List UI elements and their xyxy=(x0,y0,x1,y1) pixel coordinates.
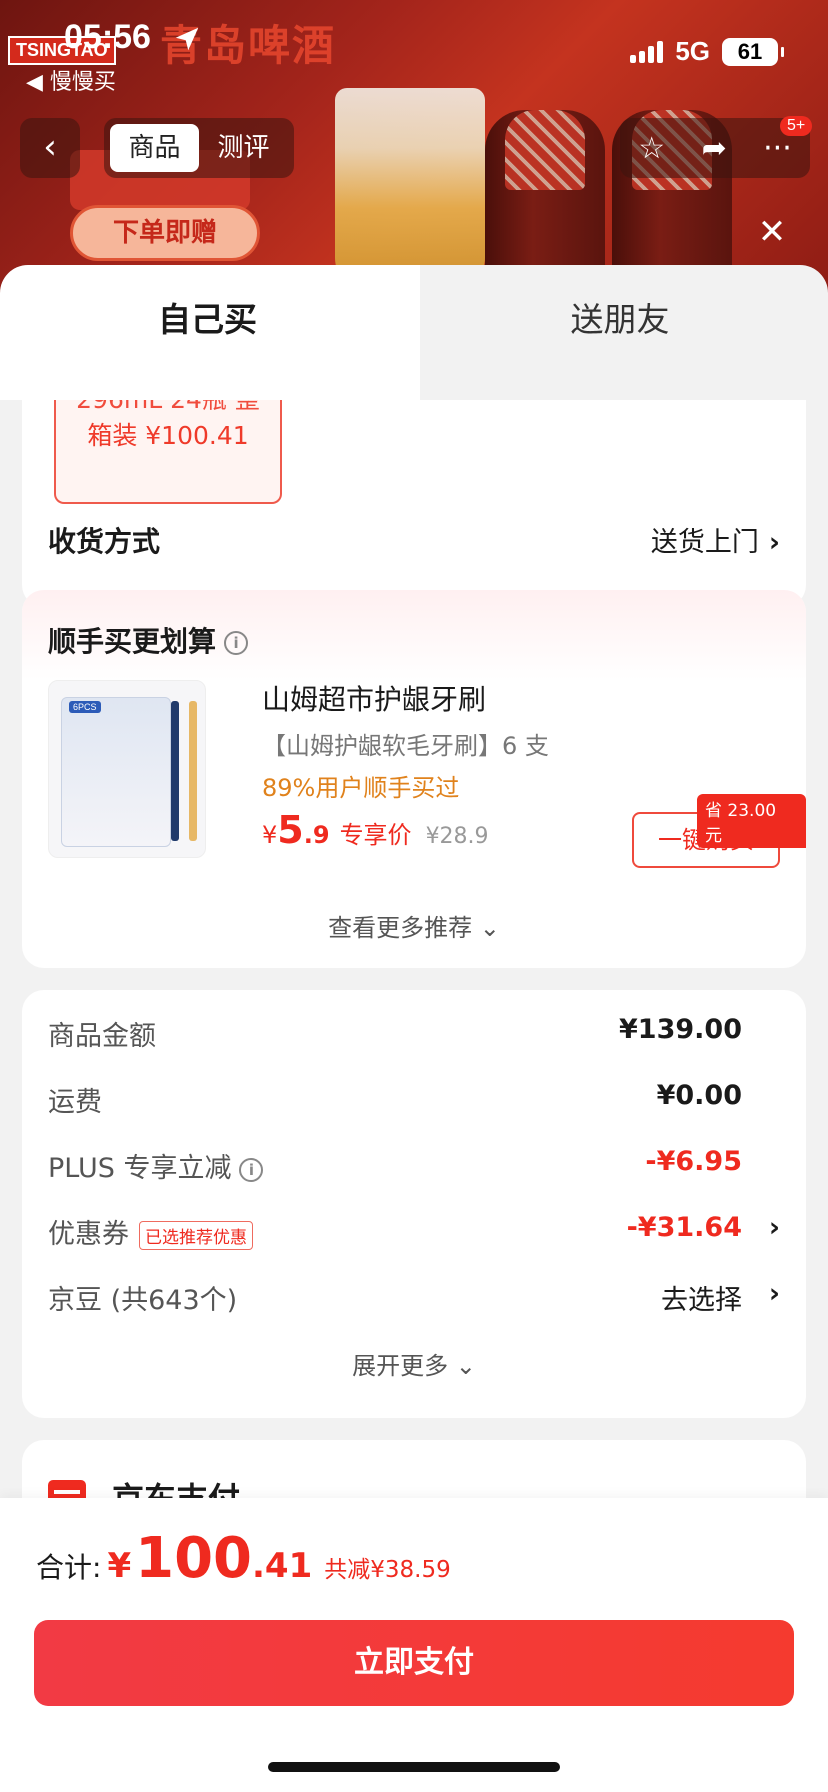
beer-glass-image xyxy=(335,88,485,288)
total-dec: .41 xyxy=(252,1546,313,1586)
save-badge: 省 23.00 元 xyxy=(697,794,806,848)
toothbrush-product-image[interactable]: 6PCS xyxy=(48,680,206,858)
toothbrush-icon xyxy=(189,701,197,841)
back-to-app-link[interactable]: ◀ 慢慢买 xyxy=(26,64,116,96)
original-price: ¥28.9 xyxy=(425,824,489,849)
chevron-down-icon: ⌄ xyxy=(455,1352,476,1380)
total-saved: 共减¥38.59 xyxy=(324,1557,451,1583)
cost-row-jingdou[interactable]: 京豆 (共643个) 去选择 › xyxy=(48,1278,780,1318)
message-badge: 5+ xyxy=(780,116,813,136)
cost-label: 京豆 (共643个) xyxy=(48,1285,238,1316)
addon-title: 顺手买更划算 i xyxy=(48,620,249,660)
cost-breakdown-card: 商品金额 ¥139.00 运费 ¥0.00 PLUS 专享立减 i -¥6.95 … xyxy=(22,990,806,1418)
tab-review[interactable]: 测评 xyxy=(199,124,288,172)
price-dec: .9 xyxy=(303,821,330,849)
chevron-down-icon: ⌄ xyxy=(479,914,500,942)
location-arrow-icon xyxy=(175,27,199,51)
delivery-label: 收货方式 xyxy=(48,525,161,558)
coupon-label: 优惠券 xyxy=(48,1219,129,1250)
cost-value: -¥6.95 xyxy=(645,1146,742,1177)
addon-product-name[interactable]: 山姆超市护龈牙刷 xyxy=(262,678,486,718)
signal-icon xyxy=(630,40,664,63)
cost-value: 去选择 xyxy=(661,1285,742,1316)
total-int: 100 xyxy=(135,1526,253,1591)
cost-value: ¥139.00 xyxy=(619,1014,742,1045)
package-image xyxy=(61,697,171,847)
spec-delivery-card: 296mL 24瓶 整 箱装 ¥100.41 收货方式 送货上门 › xyxy=(22,400,806,607)
pcs-label-icon: 6PCS xyxy=(69,701,101,713)
close-icon[interactable]: ✕ xyxy=(752,212,792,252)
back-button[interactable]: ‹ xyxy=(20,118,80,178)
status-indicators: 5G 61 xyxy=(630,36,784,67)
purchase-mode-tabs: 自己买 送朋友 xyxy=(0,265,828,400)
addon-card: 顺手买更划算 i 6PCS 山姆超市护龈牙刷 【山姆护龈软毛牙刷】6 支 89%用… xyxy=(22,590,806,968)
cost-row-goods: 商品金额 ¥139.00 xyxy=(48,1014,780,1054)
chevron-right-icon: › xyxy=(768,1278,780,1309)
price-int: 5 xyxy=(277,808,304,852)
chevron-left-icon: ‹ xyxy=(43,127,57,167)
cost-row-plus: PLUS 专享立减 i -¥6.95 xyxy=(48,1146,780,1186)
delivery-method[interactable]: 送货上门 › xyxy=(651,520,780,559)
total-amount: 合计: ¥ 100 .41 共减¥38.59 xyxy=(36,1526,451,1591)
promo-badge: 下单即赠 xyxy=(70,205,260,261)
cost-row-shipping: 运费 ¥0.00 xyxy=(48,1080,780,1120)
share-icon[interactable]: ➦ xyxy=(702,131,727,166)
status-time: 05:56 xyxy=(64,18,151,56)
cost-label: PLUS 专享立减 i xyxy=(48,1146,264,1185)
plus-discount-label: PLUS 专享立减 xyxy=(48,1153,232,1184)
delivery-value: 送货上门 xyxy=(650,527,759,558)
addon-title-text: 顺手买更划算 xyxy=(48,625,217,658)
info-icon[interactable]: i xyxy=(239,1157,264,1182)
total-label: 合计: xyxy=(36,1551,102,1584)
expand-more-label: 展开更多 xyxy=(352,1352,449,1380)
toothbrush-icon xyxy=(171,701,179,841)
more-recommendations-link[interactable]: 查看更多推荐 ⌄ xyxy=(22,908,806,943)
selected-spec-chip[interactable]: 296mL 24瓶 整 箱装 ¥100.41 xyxy=(54,400,282,504)
addon-product-desc: 【山姆护龈软毛牙刷】6 支 xyxy=(262,732,549,760)
sheet-body: 296mL 24瓶 整 箱装 ¥100.41 收货方式 送货上门 › 顺手买更划算… xyxy=(0,400,828,1560)
star-icon[interactable]: ☆ xyxy=(638,131,665,166)
cost-value: -¥31.64 xyxy=(626,1212,742,1243)
product-nav-tabs: 商品 测评 xyxy=(104,118,294,178)
expand-more-link[interactable]: 展开更多 ⌄ xyxy=(22,1346,806,1381)
chevron-right-icon: › xyxy=(768,1212,780,1243)
tab-send-friend[interactable]: 送朋友 xyxy=(440,293,800,341)
cost-value: ¥0.00 xyxy=(656,1080,742,1111)
pay-now-button[interactable]: 立即支付 xyxy=(34,1620,794,1706)
price-currency: ¥ xyxy=(262,821,278,849)
home-indicator[interactable] xyxy=(268,1762,560,1772)
info-icon[interactable]: i xyxy=(224,631,249,655)
battery-icon: 61 xyxy=(722,37,784,66)
spec-line1: 296mL 24瓶 整 xyxy=(56,400,280,416)
coupon-tag: 已选推荐优惠 xyxy=(139,1221,253,1250)
total-currency: ¥ xyxy=(107,1546,132,1586)
checkout-bar: 合计: ¥ 100 .41 共减¥38.59 立即支付 xyxy=(0,1498,828,1792)
spec-line2: 箱装 ¥100.41 xyxy=(87,421,249,450)
cost-label: 运费 xyxy=(48,1087,102,1118)
addon-product-tag: 89%用户顺手买过 xyxy=(262,774,460,802)
cost-label: 商品金额 xyxy=(48,1021,156,1052)
chevron-right-icon: › xyxy=(768,527,780,558)
more-recommendations-label: 查看更多推荐 xyxy=(328,914,473,942)
addon-product-price: ¥5.9 专享价 ¥28.9 xyxy=(262,808,489,852)
cost-label: 优惠券 已选推荐优惠 xyxy=(48,1212,253,1251)
price-label: 专享价 xyxy=(339,821,412,849)
cost-row-coupon[interactable]: 优惠券 已选推荐优惠 -¥31.64 › xyxy=(48,1212,780,1252)
network-type: 5G xyxy=(675,36,710,66)
tab-buy-self[interactable]: 自己买 xyxy=(0,293,415,341)
tab-product[interactable]: 商品 xyxy=(110,124,199,172)
